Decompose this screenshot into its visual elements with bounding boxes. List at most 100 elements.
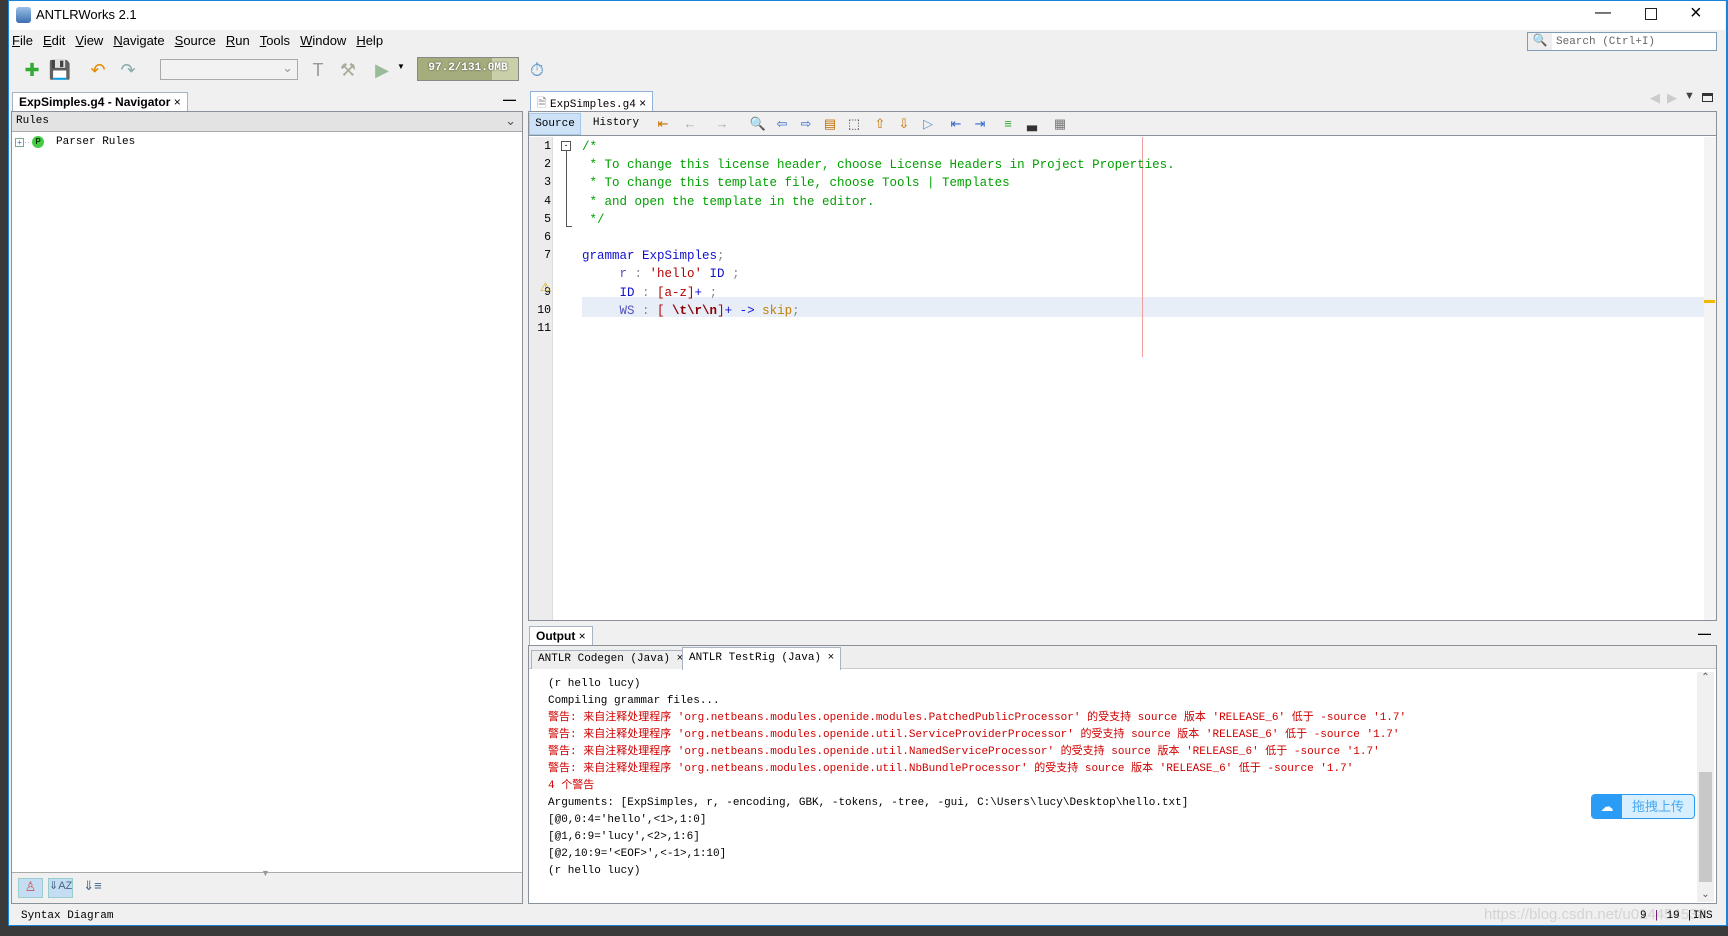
find-next-icon[interactable]: ⇨: [796, 116, 816, 134]
tab-output[interactable]: Output ×: [529, 626, 593, 645]
output-minimize-button[interactable]: —: [1698, 626, 1711, 641]
line-number: 1: [544, 140, 551, 153]
toggle-highlight-icon[interactable]: ▤: [820, 116, 840, 134]
code-token: r: [582, 267, 628, 282]
sort-position-icon[interactable]: ⇓≡: [80, 878, 105, 898]
build-hammer-icon[interactable]: T: [306, 58, 330, 82]
last-edit-icon[interactable]: ⇤: [653, 116, 673, 134]
close-icon[interactable]: ×: [579, 629, 586, 643]
status-insert-mode: INS: [1692, 910, 1713, 922]
tab-editor-file[interactable]: 🗎 ExpSimples.g4 ×: [530, 91, 654, 111]
cloud-icon: ☁: [1592, 795, 1622, 818]
comment-icon[interactable]: ≡: [998, 116, 1018, 134]
gc-icon[interactable]: ⏱: [525, 58, 549, 82]
status-syntax-diagram[interactable]: Syntax Diagram: [21, 910, 113, 922]
group-by-type-icon[interactable]: ♙: [18, 878, 43, 898]
scroll-tabs-right-icon[interactable]: ▶: [1667, 90, 1677, 106]
new-file-icon[interactable]: ✚: [20, 58, 44, 82]
fold-collapse-icon[interactable]: -: [561, 141, 571, 151]
next-bookmark-icon[interactable]: ⇩: [894, 116, 914, 134]
code-token: WS: [582, 303, 635, 318]
close-icon[interactable]: ×: [639, 96, 646, 110]
config-dropdown[interactable]: ⌄: [160, 59, 298, 80]
rules-combo[interactable]: Rules ⌄: [12, 112, 522, 132]
memory-gauge[interactable]: 97.2/131.0MB: [417, 57, 519, 81]
prev-bookmark-icon[interactable]: ⇧: [870, 116, 890, 134]
line-number: 7: [544, 249, 551, 263]
tab-antlr-codegen[interactable]: ANTLR Codegen (Java) ×: [531, 650, 691, 669]
status-column: 19: [1666, 910, 1680, 922]
expand-icon[interactable]: +: [15, 137, 24, 147]
menu-source[interactable]: Source: [175, 33, 216, 48]
menu-run[interactable]: Run: [226, 33, 250, 48]
tab-source[interactable]: Source: [529, 113, 581, 135]
close-button[interactable]: ×: [1690, 2, 1702, 25]
code-line: WS : [ \t\r\n]+ -> skip;: [582, 301, 800, 321]
status-line: 9: [1640, 910, 1647, 922]
code-token: 'hello': [649, 267, 703, 282]
tab-navigator[interactable]: ExpSimples.g4 - Navigator ×: [12, 92, 188, 111]
redo-icon[interactable]: ↷: [116, 58, 140, 82]
output-scrollbar[interactable]: ⌃ ⌄: [1697, 672, 1714, 902]
syntax-diagram-icon[interactable]: ▦: [1050, 116, 1070, 134]
menu-edit[interactable]: Edit: [43, 33, 65, 48]
minimize-button[interactable]: —: [1595, 4, 1611, 22]
find-selection-icon[interactable]: ⬚: [844, 116, 864, 134]
tree-item-parser-rules[interactable]: + ·· P Parser Rules: [15, 136, 135, 148]
menu-window[interactable]: Window: [300, 33, 346, 48]
code-token: ;: [724, 267, 740, 282]
code-token: :: [627, 267, 650, 282]
code-token: ;: [717, 249, 725, 264]
find-icon[interactable]: 🔍: [748, 116, 768, 134]
menu-view[interactable]: View: [75, 33, 103, 48]
scrollbar-thumb[interactable]: [1699, 772, 1712, 882]
code-line: ID : [a-z]+ ;: [582, 283, 718, 303]
tab-list-dropdown-icon[interactable]: ▼: [1684, 90, 1695, 102]
line-number: 3: [544, 176, 551, 190]
scroll-tabs-left-icon[interactable]: ◀: [1650, 90, 1660, 106]
upload-badge[interactable]: ☁ 拖拽上传: [1591, 794, 1695, 819]
output-line: 警告: 来自注释处理程序 'org.netbeans.modules.openi…: [548, 729, 1400, 741]
close-icon[interactable]: ×: [174, 95, 181, 109]
code-token: :: [634, 303, 658, 318]
output-line: 警告: 来自注释处理程序 'org.netbeans.modules.openi…: [548, 763, 1354, 775]
maximize-editor-icon[interactable]: [1702, 93, 1713, 102]
fold-line: [566, 151, 572, 227]
save-all-icon[interactable]: 💾: [48, 58, 72, 82]
code-line: * To change this template file, choose T…: [582, 173, 1010, 193]
output-line: 警告: 来自注释处理程序 'org.netbeans.modules.openi…: [548, 746, 1380, 758]
line-number: 2: [544, 158, 551, 172]
error-stripe[interactable]: [1704, 137, 1716, 620]
menu-help[interactable]: Help: [356, 33, 383, 48]
back-icon[interactable]: ←: [680, 116, 700, 134]
scroll-up-icon[interactable]: ⌃: [1697, 672, 1714, 683]
find-previous-icon[interactable]: ⇦: [772, 116, 792, 134]
search-icon: 🔍: [1528, 33, 1552, 50]
warning-stripe-mark[interactable]: [1704, 300, 1715, 303]
clean-build-icon[interactable]: ⚒: [336, 58, 360, 82]
tab-history[interactable]: History: [586, 113, 646, 135]
navigator-minimize-button[interactable]: —: [503, 92, 516, 107]
toggle-bookmark-icon[interactable]: ▷: [918, 116, 938, 134]
line-number: 5: [544, 212, 551, 226]
forward-icon[interactable]: →: [712, 116, 732, 134]
shift-right-icon[interactable]: ⇥: [970, 116, 990, 134]
undo-icon[interactable]: ↶: [86, 58, 110, 82]
scroll-down-icon[interactable]: ⌄: [1697, 889, 1714, 900]
app-icon: [16, 7, 31, 23]
tab-antlr-testrig[interactable]: ANTLR TestRig (Java) ×: [682, 647, 842, 670]
menu-navigate[interactable]: Navigate: [113, 33, 164, 48]
warning-icon[interactable]: ⚠: [540, 280, 551, 294]
run-icon[interactable]: ▶: [370, 58, 394, 82]
menu-file[interactable]: File: [12, 33, 33, 48]
run-dropdown-icon[interactable]: ▼: [397, 62, 405, 71]
maximize-button[interactable]: [1645, 8, 1657, 20]
line-number: 10: [537, 303, 551, 317]
sort-alpha-icon[interactable]: ⇓AZ: [48, 878, 73, 898]
uncomment-icon[interactable]: ▃: [1022, 116, 1042, 134]
search-box[interactable]: 🔍 Search (Ctrl+I): [1527, 32, 1717, 51]
shift-left-icon[interactable]: ⇤: [946, 116, 966, 134]
window-title: ANTLRWorks 2.1: [36, 7, 137, 22]
menu-tools[interactable]: Tools: [260, 33, 290, 48]
close-icon[interactable]: ×: [828, 652, 835, 664]
